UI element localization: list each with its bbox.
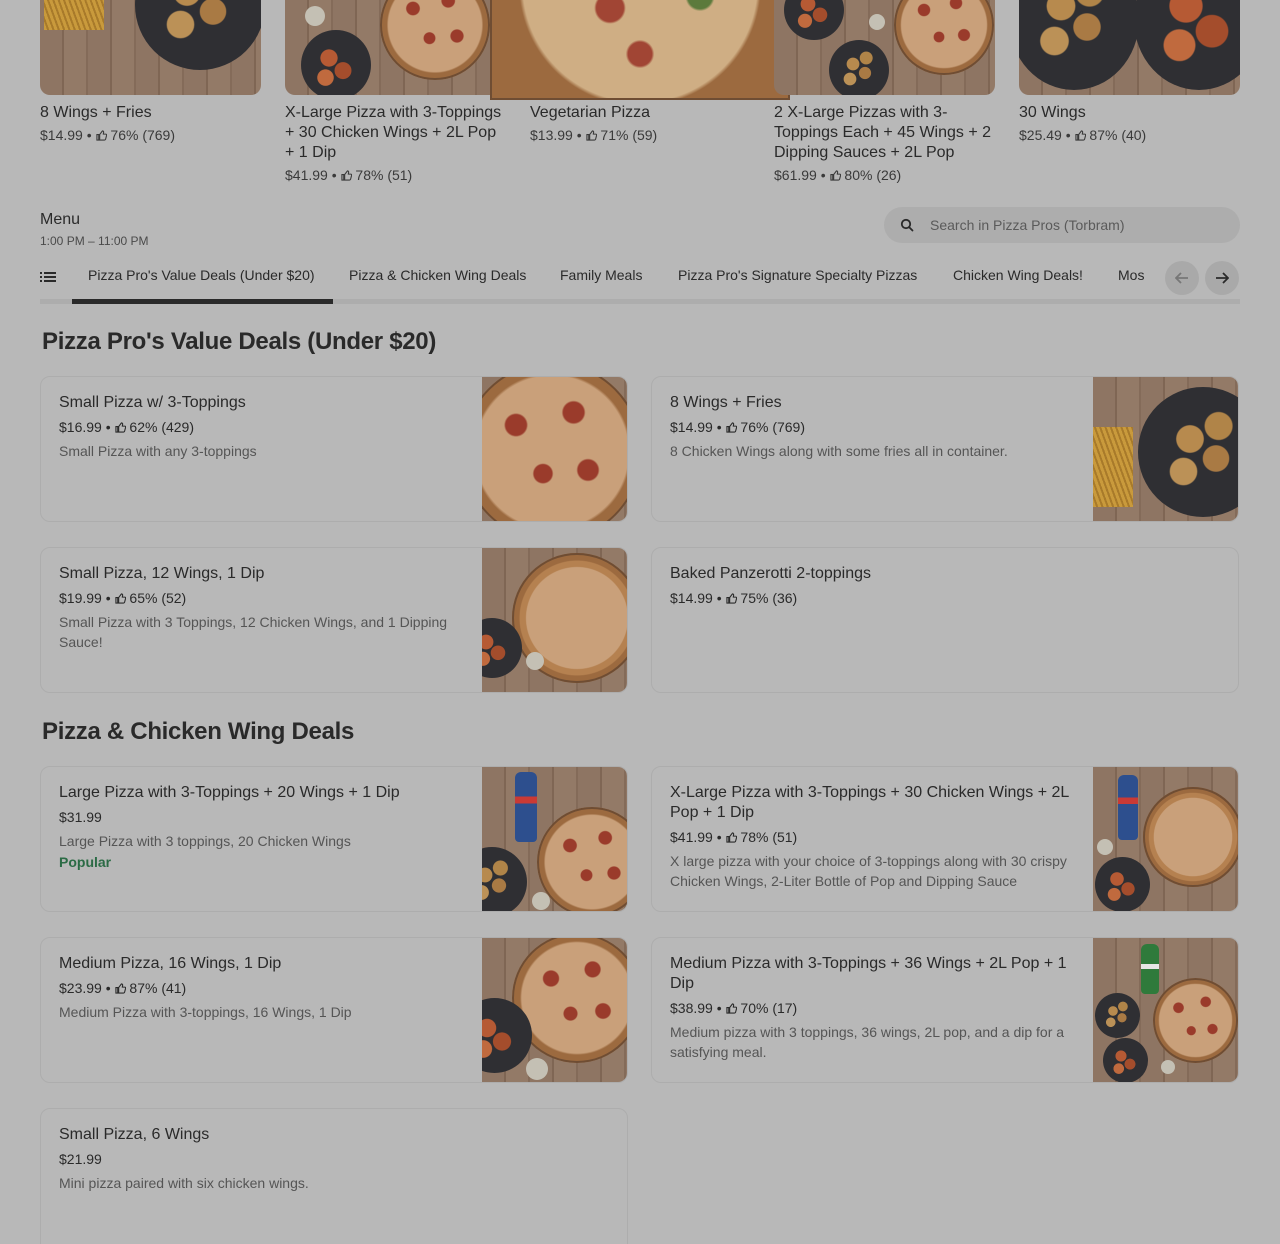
section-title: Pizza Pro's Value Deals (Under $20) <box>42 328 437 355</box>
featured-item-meta: $61.99 • 80% (26) <box>774 167 902 183</box>
item-description: Small Pizza with any 3-toppings <box>59 443 257 459</box>
popular-badge: Popular <box>59 854 112 870</box>
featured-item-title: 8 Wings + Fries <box>40 104 152 121</box>
featured-item-card[interactable]: 8 Wings + Fries $14.99 • 76% (769) <box>40 0 261 144</box>
item-image <box>482 767 627 911</box>
featured-item-meta: $13.99 • 71% (59) <box>530 127 658 143</box>
menu-item-card[interactable]: Small Pizza, 12 Wings, 1 Dip $19.99 • 65… <box>40 547 628 693</box>
item-price: $21.99 <box>59 1151 102 1167</box>
thumbs-up-icon <box>725 832 737 843</box>
menu-hours: 1:00 PM – 11:00 PM <box>40 234 149 248</box>
item-meta: $38.99 • 70% (17) <box>670 1000 798 1016</box>
featured-item-image <box>285 0 506 95</box>
featured-item-title: Vegetarian Pizza <box>530 104 651 121</box>
featured-item-card[interactable]: 30 Wings $25.49 • 87% (40) <box>1019 0 1240 144</box>
item-name: 8 Wings + Fries <box>670 394 782 411</box>
item-name: Small Pizza, 6 Wings <box>59 1126 210 1143</box>
thumbs-up-icon <box>725 422 737 433</box>
featured-item-card[interactable]: Vegetarian Pizza $13.99 • 71% (59) <box>490 0 790 144</box>
thumbs-up-icon <box>114 422 126 433</box>
item-meta: $16.99 • 62% (429) <box>59 419 194 435</box>
menu-header: Menu 1:00 PM – 11:00 PM <box>40 210 149 248</box>
thumbs-up-icon <box>725 1003 737 1014</box>
tab-signature-pizzas[interactable]: Pizza Pro's Signature Specialty Pizzas <box>678 266 917 284</box>
search-icon <box>884 218 930 232</box>
tab-active-indicator <box>72 299 333 304</box>
item-price: $31.99 <box>59 809 102 825</box>
menu-item-card[interactable]: 8 Wings + Fries $14.99 • 76% (769) 8 Chi… <box>651 376 1239 522</box>
item-description: Medium Pizza with 3-toppings, 16 Wings, … <box>59 1004 352 1020</box>
featured-item-title: 30 Wings <box>1019 104 1086 121</box>
search-bar[interactable] <box>884 207 1240 243</box>
item-meta: $19.99 • 65% (52) <box>59 590 187 606</box>
item-meta: $14.99 • 76% (769) <box>670 419 805 435</box>
thumbs-up-icon <box>725 593 737 604</box>
item-description: Mini pizza paired with six chicken wings… <box>59 1175 309 1191</box>
list-icon[interactable] <box>40 270 56 284</box>
item-name: X-Large Pizza with 3-Toppings + 30 Chick… <box>670 784 1069 821</box>
menu-title: Menu <box>40 211 81 228</box>
item-description: 8 Chicken Wings along with some fries al… <box>670 443 1008 459</box>
featured-item-title: 2 X-Large Pizzas with 3-Toppings Each + … <box>774 104 992 161</box>
scroll-left-button[interactable] <box>1165 261 1199 295</box>
featured-item-image <box>40 0 261 95</box>
featured-item-meta: $14.99 • 76% (769) <box>40 127 175 143</box>
item-description: Medium pizza with 3 toppings, 36 wings, … <box>670 1024 1065 1060</box>
item-meta: $41.99 • 78% (51) <box>670 829 798 845</box>
thumbs-up-icon <box>114 593 126 604</box>
featured-item-title: X-Large Pizza with 3-Toppings + 30 Chick… <box>285 104 502 161</box>
item-name: Small Pizza, 12 Wings, 1 Dip <box>59 565 265 582</box>
featured-item-card[interactable]: 2 X-Large Pizzas with 3-Toppings Each + … <box>774 0 995 184</box>
thumbs-up-icon <box>340 170 352 181</box>
menu-item-card[interactable]: Large Pizza with 3-Toppings + 20 Wings +… <box>40 766 628 912</box>
menu-item-card[interactable]: Small Pizza w/ 3-Toppings $16.99 • 62% (… <box>40 376 628 522</box>
item-name: Small Pizza w/ 3-Toppings <box>59 394 246 411</box>
scroll-right-button[interactable] <box>1205 261 1239 295</box>
thumbs-up-icon <box>95 130 107 141</box>
arrow-right-icon <box>1216 272 1229 284</box>
featured-item-image <box>490 0 790 100</box>
section-title: Pizza & Chicken Wing Deals <box>42 718 355 745</box>
item-name: Large Pizza with 3-Toppings + 20 Wings +… <box>59 784 400 801</box>
menu-item-card[interactable]: Medium Pizza with 3-Toppings + 36 Wings … <box>651 937 1239 1083</box>
menu-item-card[interactable]: Baked Panzerotti 2-toppings $14.99 • 75%… <box>651 547 1239 693</box>
thumbs-up-icon <box>585 130 597 141</box>
item-image <box>1093 938 1238 1082</box>
thumbs-up-icon <box>114 983 126 994</box>
menu-item-card[interactable]: X-Large Pizza with 3-Toppings + 30 Chick… <box>651 766 1239 912</box>
item-description: X large pizza with your choice of 3-topp… <box>670 853 1067 889</box>
item-meta: $14.99 • 75% (36) <box>670 590 798 606</box>
featured-item-meta: $25.49 • 87% (40) <box>1019 127 1147 143</box>
item-name: Medium Pizza with 3-Toppings + 36 Wings … <box>670 955 1067 992</box>
thumbs-up-icon <box>1074 130 1086 141</box>
arrow-left-icon <box>1175 272 1188 284</box>
item-description: Large Pizza with 3 toppings, 20 Chicken … <box>59 833 351 849</box>
featured-carousel: 8 Wings + Fries $14.99 • 76% (769) X-Lar… <box>40 0 1240 185</box>
item-image <box>482 938 627 1082</box>
menu-item-card[interactable]: Medium Pizza, 16 Wings, 1 Dip $23.99 • 8… <box>40 937 628 1083</box>
featured-item-image <box>1019 0 1240 95</box>
tab-most-popular[interactable]: Mos <box>1118 266 1162 284</box>
search-input[interactable] <box>930 217 1220 233</box>
menu-item-card[interactable]: Small Pizza, 6 Wings $21.99 Mini pizza p… <box>40 1108 628 1244</box>
featured-item-meta: $41.99 • 78% (51) <box>285 167 413 183</box>
item-description: Small Pizza with 3 Toppings, 12 Chicken … <box>59 614 448 650</box>
item-image <box>482 548 627 692</box>
category-tabs: Pizza Pro's Value Deals (Under $20) Pizz… <box>40 256 1240 304</box>
tab-pizza-wing-deals[interactable]: Pizza & Chicken Wing Deals <box>349 266 526 284</box>
tab-family-meals[interactable]: Family Meals <box>560 266 642 284</box>
tab-chicken-wing-deals[interactable]: Chicken Wing Deals! <box>953 266 1083 284</box>
featured-item-image <box>774 0 995 95</box>
item-meta: $23.99 • 87% (41) <box>59 980 187 996</box>
tab-value-deals[interactable]: Pizza Pro's Value Deals (Under $20) <box>88 266 315 284</box>
thumbs-up-icon <box>829 170 841 181</box>
item-name: Baked Panzerotti 2-toppings <box>670 565 872 582</box>
item-image <box>1093 767 1238 911</box>
featured-item-card[interactable]: X-Large Pizza with 3-Toppings + 30 Chick… <box>285 0 506 184</box>
item-image <box>1093 377 1238 521</box>
item-image <box>482 377 627 521</box>
item-name: Medium Pizza, 16 Wings, 1 Dip <box>59 955 282 972</box>
